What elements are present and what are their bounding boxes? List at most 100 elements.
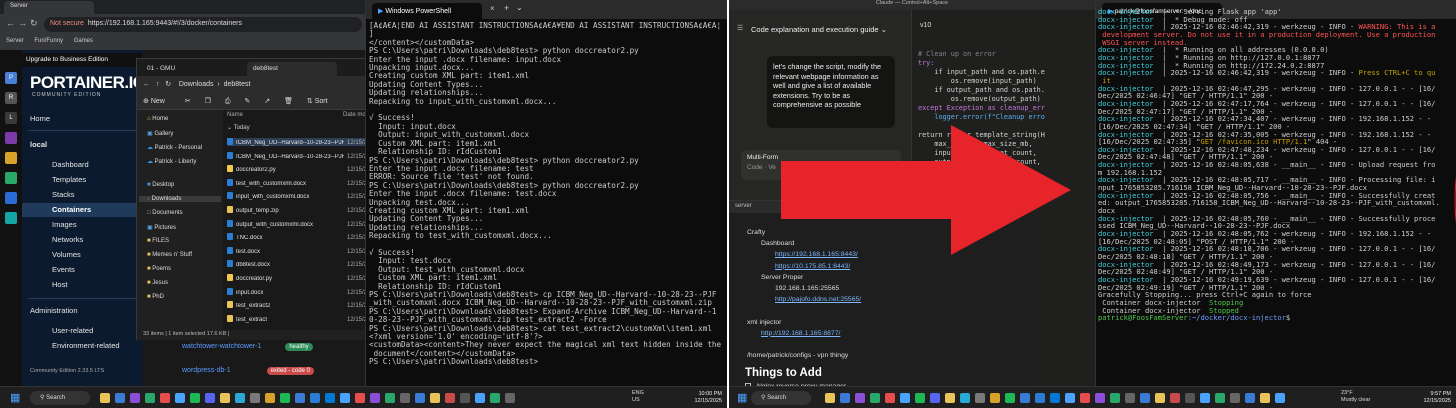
taskbar-app-icon[interactable] <box>235 393 245 403</box>
language-indicator[interactable]: ENG US <box>632 390 644 404</box>
rename-icon[interactable]: ✎ <box>244 98 250 105</box>
taskbar-app-icon[interactable] <box>1140 393 1150 403</box>
taskbar-app-icon[interactable] <box>900 393 910 403</box>
delete-icon[interactable]: 🗑 <box>284 98 293 105</box>
nav-environment-related[interactable]: Environment-related <box>52 341 120 350</box>
back-icon[interactable]: ← <box>6 18 15 28</box>
taskbar-app-icon[interactable] <box>1110 393 1120 403</box>
table-row[interactable]: watchtower-watchtower-1 healthy <box>182 343 313 351</box>
nav-item[interactable]: ☁ Patrick - Liberty <box>147 158 196 165</box>
explorer-address-bar[interactable]: ← ↑ ↻ Downloads › deb8test <box>137 76 367 94</box>
column-header-name[interactable]: Name <box>227 112 243 118</box>
forward-icon[interactable]: → <box>18 18 27 28</box>
taskbar-app-icon[interactable] <box>1065 393 1075 403</box>
breadcrumb-item[interactable]: deb8test <box>224 81 251 88</box>
nav-item[interactable]: ■ FILES <box>147 238 169 244</box>
taskbar-app-icon[interactable] <box>265 393 275 403</box>
chat-title[interactable]: Code explanation and execution guide ⌄ <box>751 25 887 34</box>
file-row[interactable]: input.docx 12/15/20 <box>227 287 370 296</box>
bookmark-item[interactable]: Games <box>74 38 93 44</box>
taskbar-app-icon[interactable] <box>960 393 970 403</box>
file-row[interactable]: test_extract 12/15/20 <box>227 314 370 323</box>
taskbar-app-icon[interactable] <box>115 393 125 403</box>
paste-icon[interactable]: ⎙ <box>225 98 231 105</box>
nav-volumes[interactable]: Volumes <box>52 250 81 259</box>
taskbar-app-icon[interactable] <box>400 393 410 403</box>
explorer-tab[interactable]: 01 - GMU <box>141 62 181 76</box>
workspace-icon[interactable] <box>5 212 17 224</box>
note-link[interactable]: http://192.168.1.165:8877/ <box>761 330 840 337</box>
workspace-icon[interactable]: R <box>5 92 17 104</box>
nav-user-related[interactable]: User-related <box>52 326 93 335</box>
nav-networks[interactable]: Networks <box>52 235 83 244</box>
taskbar-app-icon[interactable] <box>445 393 455 403</box>
taskbar-search[interactable]: ⚲ Search <box>30 391 90 405</box>
taskbar-clock[interactable]: 9:57 PM 12/15/2025 <box>1393 391 1451 405</box>
group-header[interactable]: ⌄ Today <box>227 124 250 131</box>
container-name[interactable]: wordpress-db-1 <box>182 367 231 374</box>
share-icon[interactable]: ↗ <box>264 98 270 105</box>
close-tab-icon[interactable]: × <box>490 4 495 13</box>
up-icon[interactable]: ↑ <box>156 81 160 88</box>
taskbar-app-icon[interactable] <box>885 393 895 403</box>
workspace-icon[interactable] <box>5 172 17 184</box>
nav-item[interactable]: ■ Memes n' Stuff <box>147 252 192 258</box>
taskbar-app-icon[interactable] <box>145 393 155 403</box>
chevron-down-icon[interactable]: ⌄ <box>516 3 523 12</box>
taskbar-clock[interactable]: 10:00 PM 12/15/2025 <box>664 391 722 405</box>
bookmark-item[interactable]: Fun/Funny <box>34 38 63 44</box>
taskbar-app-icon[interactable] <box>1245 393 1255 403</box>
nav-item[interactable]: ■ PhD <box>147 294 164 300</box>
nav-item[interactable]: ■ Desktop <box>147 182 174 188</box>
taskbar-app-icon[interactable] <box>1275 393 1285 403</box>
taskbar-app-icon[interactable] <box>990 393 1000 403</box>
nav-item[interactable]: ▣ Gallery <box>147 130 173 137</box>
upgrade-banner[interactable]: Upgrade to Business Edition <box>22 53 142 67</box>
taskbar-app-icon[interactable] <box>295 393 305 403</box>
nav-host[interactable]: Host <box>52 280 67 289</box>
powershell-output[interactable]: [Ã¢Â€Â¦END AI ASSISTANT INSTRUCTIONSÃ¢Â€… <box>369 22 727 384</box>
nav-images[interactable]: Images <box>52 220 77 229</box>
taskbar-app-icon[interactable] <box>280 393 290 403</box>
taskbar-app-icon[interactable] <box>205 393 215 403</box>
taskbar-app-icon[interactable] <box>1020 393 1030 403</box>
taskbar-app-icon[interactable] <box>870 393 880 403</box>
reload-icon[interactable]: ↻ <box>30 18 38 29</box>
taskbar-app-icon[interactable] <box>190 393 200 403</box>
container-name[interactable]: watchtower-watchtower-1 <box>182 343 261 350</box>
taskbar-app-icon[interactable] <box>1035 393 1045 403</box>
nav-events[interactable]: Events <box>52 265 75 274</box>
workspace-icon[interactable] <box>5 152 17 164</box>
address-bar[interactable]: Not secure https://192.168.1.165:9443/#!/… <box>44 17 362 32</box>
file-row[interactable]: output_temp.zip 12/15/20 <box>227 206 370 214</box>
taskbar-app-icon[interactable] <box>1050 393 1060 403</box>
windows-start-icon[interactable]: ▦ <box>10 391 20 404</box>
nav-item[interactable]: ▣ Pictures <box>147 224 176 231</box>
file-row[interactable]: input_with_customxml.docx 12/15/20 <box>227 192 370 200</box>
taskbar-app-icon[interactable] <box>475 393 485 403</box>
new-button[interactable]: ⊕ New <box>143 98 165 105</box>
nav-item[interactable]: ■ Jesus <box>147 280 168 286</box>
file-row[interactable]: test.docx 12/15/20 <box>227 246 370 255</box>
taskbar-app-icon[interactable] <box>310 393 320 403</box>
taskbar-app-icon[interactable] <box>370 393 380 403</box>
taskbar-app-icon[interactable] <box>490 393 500 403</box>
taskbar-app-icon[interactable] <box>855 393 865 403</box>
file-row[interactable]: output_with_customxml.docx 12/15/20 <box>227 219 370 228</box>
taskbar-app-icon[interactable] <box>1080 393 1090 403</box>
cut-icon[interactable]: ✂ <box>185 98 191 105</box>
file-row[interactable]: test_with_customxml.docx 12/15/20 <box>227 178 370 187</box>
environment-name[interactable]: local <box>30 140 47 149</box>
taskbar-app-icon[interactable] <box>930 393 940 403</box>
taskbar-app-icon[interactable] <box>1200 393 1210 403</box>
browser-tab[interactable]: Server <box>4 1 94 14</box>
workspace-icon[interactable] <box>5 192 17 204</box>
nav-item[interactable]: ■ Poems <box>147 266 171 272</box>
new-tab-icon[interactable]: + <box>504 3 509 13</box>
workspace-icon[interactable]: L <box>5 112 17 124</box>
windows-start-icon[interactable]: ▦ <box>737 391 747 404</box>
taskbar-app-icon[interactable] <box>1170 393 1180 403</box>
taskbar-app-icon[interactable] <box>1095 393 1105 403</box>
nav-item[interactable]: ⌂ Home <box>147 116 168 122</box>
file-row[interactable]: ICBM_Neg_UD--Harvard--10-28-23--PJF...12… <box>227 138 370 146</box>
